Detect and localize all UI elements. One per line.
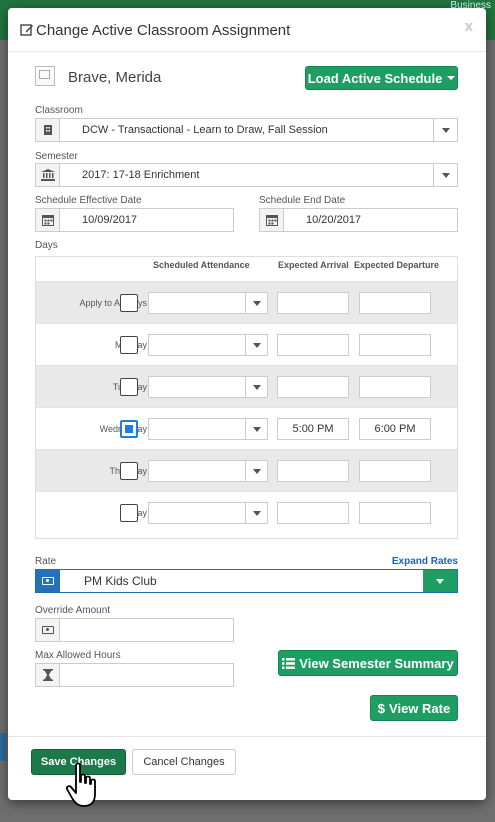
expected-arrival-input[interactable]: [277, 376, 349, 398]
semester-value: 2017: 17-18 Enrichment: [82, 169, 200, 181]
chevron-down-icon: [433, 164, 457, 186]
expected-arrival-input[interactable]: [277, 460, 349, 482]
day-row: Apply to All Days: [36, 281, 457, 323]
expected-departure-input[interactable]: [359, 292, 431, 314]
col-expected-departure: Expected Departure: [354, 260, 440, 270]
expected-departure-input[interactable]: 6:00 PM: [359, 418, 431, 440]
day-checkbox[interactable]: [120, 462, 138, 480]
day-checkbox[interactable]: [120, 336, 138, 354]
semester-select[interactable]: 2017: 17-18 Enrichment: [35, 163, 458, 187]
day-row: Friday: [36, 491, 457, 533]
rate-label: Rate: [35, 556, 57, 567]
day-checkbox[interactable]: [120, 420, 138, 438]
dollar-icon: $: [377, 700, 386, 716]
modal-header: Change Active Classroom Assignment x: [8, 8, 486, 52]
money-icon: [36, 619, 60, 641]
close-button[interactable]: x: [465, 18, 473, 35]
calendar-icon: [260, 209, 284, 231]
max-hours-label: Max Allowed Hours: [35, 650, 121, 661]
chevron-down-icon: [245, 503, 267, 523]
day-checkbox[interactable]: [120, 504, 138, 522]
hand-pointer-cursor-icon: [65, 762, 96, 807]
classroom-label: Classroom: [35, 105, 83, 116]
day-checkbox[interactable]: [120, 294, 138, 312]
end-date-input[interactable]: 10/20/2017: [259, 208, 458, 232]
expected-departure-input[interactable]: [359, 502, 431, 524]
modal-title: Change Active Classroom Assignment: [36, 22, 291, 39]
day-row: Thursday: [36, 449, 457, 491]
col-expected-arrival: Expected Arrival: [278, 260, 349, 270]
expected-arrival-input[interactable]: [277, 502, 349, 524]
change-classroom-modal: Change Active Classroom Assignment x Bra…: [8, 8, 486, 800]
calendar-icon: [36, 209, 60, 231]
scheduled-attendance-select[interactable]: [148, 292, 268, 314]
day-checkbox[interactable]: [120, 378, 138, 396]
expand-rates-link[interactable]: Expand Rates: [392, 556, 458, 567]
effective-date-label: Schedule Effective Date: [35, 195, 142, 206]
chevron-down-icon: [245, 377, 267, 397]
classroom-select[interactable]: DCW - Transactional - Learn to Draw, Fal…: [35, 118, 458, 142]
rate-select[interactable]: PM Kids Club: [35, 569, 458, 593]
view-semester-summary-label: View Semester Summary: [299, 655, 454, 671]
override-amount-label: Override Amount: [35, 605, 111, 616]
override-amount-input[interactable]: [35, 618, 234, 642]
view-rate-label: View Rate: [389, 700, 451, 716]
expected-arrival-input[interactable]: [277, 292, 349, 314]
scheduled-attendance-select[interactable]: [148, 502, 268, 524]
chevron-down-icon: [245, 419, 267, 439]
institution-icon: [36, 164, 60, 186]
child-name: Brave, Merida: [68, 69, 162, 86]
col-scheduled-attendance: Scheduled Attendance: [153, 260, 250, 270]
semester-label: Semester: [35, 151, 78, 162]
scheduled-attendance-select[interactable]: [148, 418, 268, 440]
scheduled-attendance-select[interactable]: [148, 376, 268, 398]
chevron-down-icon: [245, 461, 267, 481]
max-hours-input[interactable]: [35, 663, 234, 687]
day-row: Wednesday5:00 PM6:00 PM: [36, 407, 457, 449]
day-row: Tuesday: [36, 365, 457, 407]
edit-icon: [20, 24, 33, 36]
chevron-down-icon: [423, 570, 457, 592]
view-semester-summary-button[interactable]: View Semester Summary: [278, 650, 458, 676]
classroom-value: DCW - Transactional - Learn to Draw, Fal…: [82, 124, 328, 136]
list-icon: [282, 657, 296, 669]
expected-departure-input[interactable]: [359, 334, 431, 356]
money-icon: [36, 570, 60, 592]
expected-arrival-input[interactable]: 5:00 PM: [277, 418, 349, 440]
day-row: Monday: [36, 323, 457, 365]
expected-departure-input[interactable]: [359, 376, 431, 398]
load-active-schedule-button[interactable]: Load Active Schedule: [305, 66, 458, 90]
effective-date-input[interactable]: 10/09/2017: [35, 208, 234, 232]
cancel-changes-button[interactable]: Cancel Changes: [132, 749, 236, 775]
building-icon: [36, 119, 60, 141]
view-rate-button[interactable]: $ View Rate: [370, 695, 458, 721]
days-label: Days: [35, 240, 58, 251]
end-date-value: 10/20/2017: [306, 214, 362, 226]
scheduled-attendance-select[interactable]: [148, 460, 268, 482]
load-active-schedule-label: Load Active Schedule: [307, 70, 443, 86]
backdrop-button-fragment: [0, 733, 6, 761]
scheduled-attendance-select[interactable]: [148, 334, 268, 356]
child-photo: [35, 66, 55, 86]
expected-departure-input[interactable]: [359, 460, 431, 482]
hourglass-icon: [36, 664, 60, 686]
chevron-down-icon: [245, 293, 267, 313]
rate-value: PM Kids Club: [84, 574, 157, 588]
chevron-down-icon: [245, 335, 267, 355]
caret-down-icon: [447, 76, 456, 80]
end-date-label: Schedule End Date: [259, 195, 346, 206]
chevron-down-icon: [433, 119, 457, 141]
effective-date-value: 10/09/2017: [82, 214, 138, 226]
expected-arrival-input[interactable]: [277, 334, 349, 356]
